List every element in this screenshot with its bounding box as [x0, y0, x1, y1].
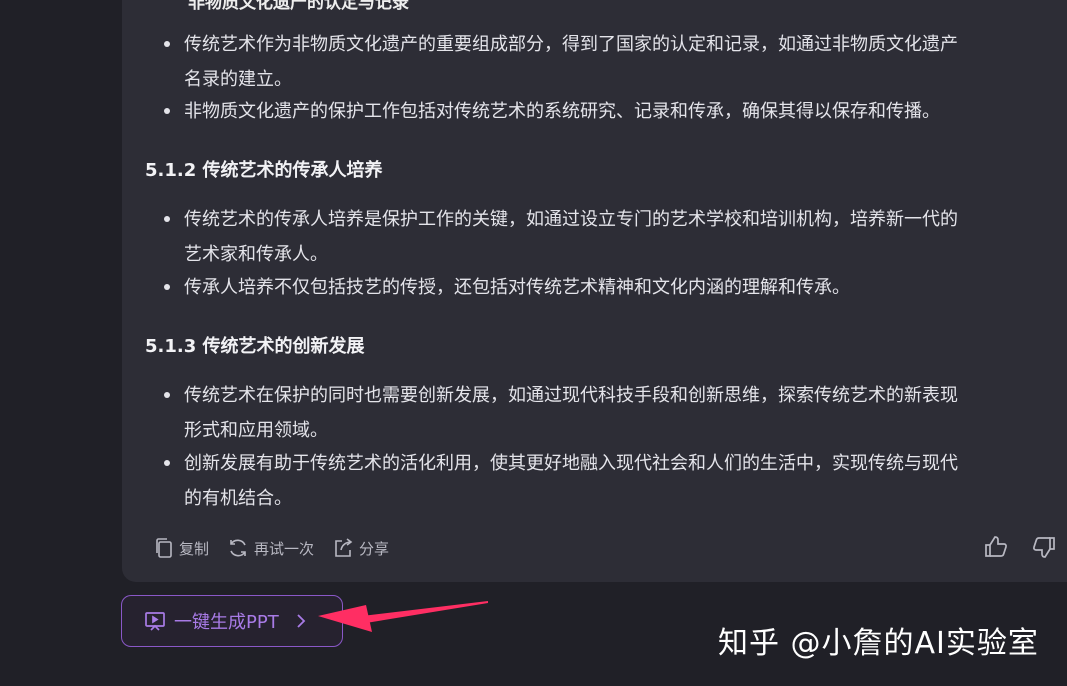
thumbs-up-icon: [985, 536, 1007, 557]
list-item-line: 名录的建立。: [184, 69, 292, 90]
bullet-dot: [164, 216, 170, 222]
list-item: 传统艺术的传承人培养是保护工作的关键，如通过设立专门的艺术学校和培训机构，培养新…: [160, 202, 1060, 272]
share-label: 分享: [359, 539, 390, 558]
list-item: 传统艺术在保护的同时也需要创新发展，如通过现代科技手段和创新思维，探索传统艺术的…: [160, 378, 1060, 448]
copy-icon: [156, 538, 172, 558]
bullet-dot: [164, 460, 170, 466]
list-item-line: 艺术家和传承人。: [184, 244, 328, 265]
generate-ppt-label: 一键生成PPT: [174, 612, 279, 633]
thumbs-down-icon: [1033, 537, 1055, 558]
section-heading: 5.1.3 传统艺术的创新发展: [145, 336, 365, 357]
list-item-line: 的有机结合。: [184, 488, 292, 509]
thumbs-up-button[interactable]: [983, 534, 1009, 564]
list-item-line: 非物质文化遗产的保护工作包括对传统艺术的系统研究、记录和传承，确保其得以保存和传…: [184, 101, 940, 122]
refresh-icon: [230, 539, 246, 557]
feedback-buttons: [961, 534, 1057, 564]
annotation-arrow: [318, 601, 488, 632]
section-heading-partial: 非物质文化遗产的认定与记录: [188, 0, 409, 13]
message-action-bar: 复制 再试一次 分享: [154, 535, 407, 561]
list-item-line: 传统艺术在保护的同时也需要创新发展，如通过现代科技手段和创新思维，探索传统艺术的…: [184, 385, 958, 406]
share-button[interactable]: 分享: [332, 537, 389, 559]
list-item-line: 传承人培养不仅包括技艺的传授，还包括对传统艺术精神和文化内涵的理解和传承。: [184, 277, 850, 298]
list-item-line: 创新发展有助于传统艺术的活化利用，使其更好地融入现代社会和人们的生活中，实现传统…: [184, 453, 958, 474]
watermark: 知乎 @小詹的AI实验室: [718, 626, 1039, 661]
list-item: 传统艺术作为非物质文化遗产的重要组成部分，得到了国家的认定和记录，如通过非物质文…: [160, 27, 1060, 97]
bullet-dot: [164, 284, 170, 290]
list-item: 创新发展有助于传统艺术的活化利用，使其更好地融入现代社会和人们的生活中，实现传统…: [160, 446, 1060, 516]
retry-button[interactable]: 再试一次: [227, 537, 314, 559]
chat-page: 非物质文化遗产的认定与记录 传统艺术作为非物质文化遗产的重要组成部分，得到了国家…: [0, 0, 1067, 686]
section-heading: 5.1.2 传统艺术的传承人培养: [145, 160, 383, 181]
copy-button[interactable]: 复制: [154, 537, 209, 559]
retry-label: 再试一次: [254, 539, 315, 558]
list-item-line: 传统艺术作为非物质文化遗产的重要组成部分，得到了国家的认定和记录，如通过非物质文…: [184, 34, 958, 55]
share-icon: [335, 538, 353, 557]
bullet-dot: [164, 41, 170, 47]
copy-label: 复制: [179, 539, 210, 558]
list-item-line: 形式和应用领域。: [184, 420, 328, 441]
thumbs-down-button[interactable]: [1031, 534, 1057, 564]
bullet-dot: [164, 392, 170, 398]
list-item: 非物质文化遗产的保护工作包括对传统艺术的系统研究、记录和传承，确保其得以保存和传…: [160, 94, 1060, 129]
list-item-line: 传统艺术的传承人培养是保护工作的关键，如通过设立专门的艺术学校和培训机构，培养新…: [184, 209, 958, 230]
list-item: 传承人培养不仅包括技艺的传授，还包括对传统艺术精神和文化内涵的理解和传承。: [160, 270, 1060, 305]
presentation-icon: [145, 612, 165, 631]
bullet-dot: [164, 108, 170, 114]
